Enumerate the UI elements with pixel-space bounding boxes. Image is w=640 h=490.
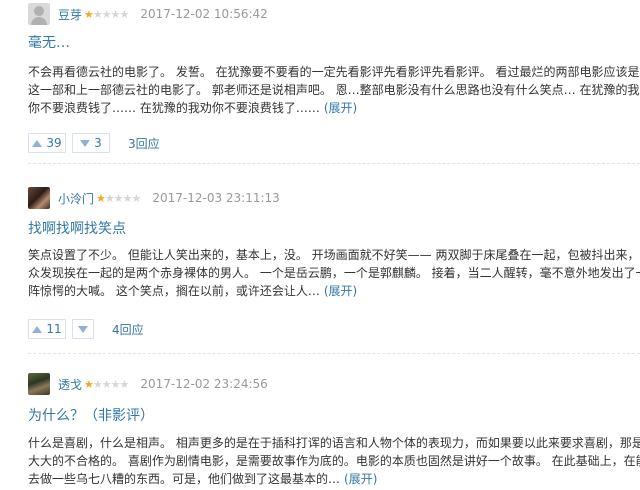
review-body: 笑点设置了不少。 但能让人笑出来的，基本上，没。 开场画面就不好笑—— 两双脚于… <box>28 246 640 300</box>
rating-stars: ★★★★★ <box>84 7 129 21</box>
review-body-line: 这一部和上一部德云社的电影了。 郭老师还是说相声吧。 恩…整部电影没有什么思路也… <box>28 83 640 97</box>
review-body-line: 你不要浪费钱了…… 在犹豫的我劝你不要浪费钱了…… <box>28 101 320 115</box>
thumb-up-icon <box>32 325 43 333</box>
expand-link[interactable]: (展开) <box>344 472 377 486</box>
review-body: 不会再看德云社的电影了。 发誓。 在犹豫要不要看的一定先看影评先看影评先看影评。… <box>28 63 640 117</box>
username-link[interactable]: 小泠门 <box>58 190 94 207</box>
review-actions: 11 4回应 <box>28 319 144 339</box>
review-time: 2017-12-03 23:11:13 <box>152 191 280 205</box>
star-empty-icon: ★★★★ <box>104 191 141 205</box>
username-link[interactable]: 透戈 <box>58 376 82 393</box>
review-time: 2017-12-02 23:24:56 <box>140 377 268 391</box>
review-body: 什么是喜剧，什么是相声。 相声更多的是在于插科打诨的语言和人物个体的表现力，而如… <box>28 434 640 488</box>
review-body-line: 大大的不合格的。 喜剧作为剧情电影，是需要故事作为底的。电影的本质也固然是讲好一… <box>28 454 640 468</box>
useful-count: 39 <box>46 136 62 150</box>
reply-link[interactable]: 3回应 <box>128 135 160 152</box>
useful-button[interactable]: 11 <box>28 319 66 339</box>
review-body-line: 笑点设置了不少。 但能让人笑出来的，基本上，没。 开场画面就不好笑—— 两双脚于… <box>28 248 640 262</box>
username-link[interactable]: 豆芽 <box>58 6 82 23</box>
rating-stars: ★★★★★ <box>84 377 129 391</box>
review-body-line: 去做一些乌七八糟的东西。可是，他们做到了这最基本的… <box>28 472 341 486</box>
useless-button[interactable]: 3 <box>72 133 110 153</box>
avatar[interactable] <box>28 3 50 25</box>
review-body-line: 众发现挨在一起的是两个赤身裸体的男人。 一个是岳云鹏，一个是郭麒麟。 接着，当二… <box>28 266 640 280</box>
review-header: 透戈 ★★★★★ 2017-12-02 23:24:56 <box>28 373 268 395</box>
review-title-link[interactable]: 找啊找啊找笑点 <box>28 218 126 238</box>
star-filled-icon: ★ <box>84 377 94 391</box>
review-actions: 39 3 3回应 <box>28 133 160 153</box>
star-filled-icon: ★ <box>84 7 94 21</box>
useful-count: 11 <box>46 322 62 336</box>
divider <box>28 163 640 164</box>
divider <box>28 353 640 354</box>
star-empty-icon: ★★★★ <box>92 377 129 391</box>
review-body-line: 阵惊愕的大喊。 这个笑点，搁在以前，或许还会让人… <box>28 284 320 298</box>
reply-link[interactable]: 4回应 <box>112 321 144 338</box>
useful-button[interactable]: 39 <box>28 133 66 153</box>
review-body-line: 什么是喜剧，什么是相声。 相声更多的是在于插科打诨的语言和人物个体的表现力，而如… <box>28 436 640 450</box>
star-empty-icon: ★★★★ <box>92 7 129 21</box>
rating-stars: ★★★★★ <box>96 191 141 205</box>
review-time: 2017-12-02 10:56:42 <box>140 7 268 21</box>
avatar[interactable] <box>28 373 50 395</box>
useless-count: 3 <box>94 136 102 150</box>
expand-link[interactable]: (展开) <box>324 101 357 115</box>
thumb-down-icon <box>80 139 91 147</box>
thumb-up-icon <box>32 139 43 147</box>
star-filled-icon: ★ <box>96 191 106 205</box>
review-header: 小泠门 ★★★★★ 2017-12-03 23:11:13 <box>28 187 280 209</box>
avatar[interactable] <box>28 187 50 209</box>
expand-link[interactable]: (展开) <box>324 284 357 298</box>
review-body-line: 不会再看德云社的电影了。 发誓。 在犹豫要不要看的一定先看影评先看影评先看影评。… <box>28 65 640 79</box>
review-title-link[interactable]: 毫无… <box>28 32 70 52</box>
thumb-down-icon <box>78 325 88 333</box>
review-header: 豆芽 ★★★★★ 2017-12-02 10:56:42 <box>28 3 268 25</box>
useless-button[interactable] <box>72 319 94 339</box>
review-title-link[interactable]: 为什么？（非影评） <box>28 405 154 425</box>
